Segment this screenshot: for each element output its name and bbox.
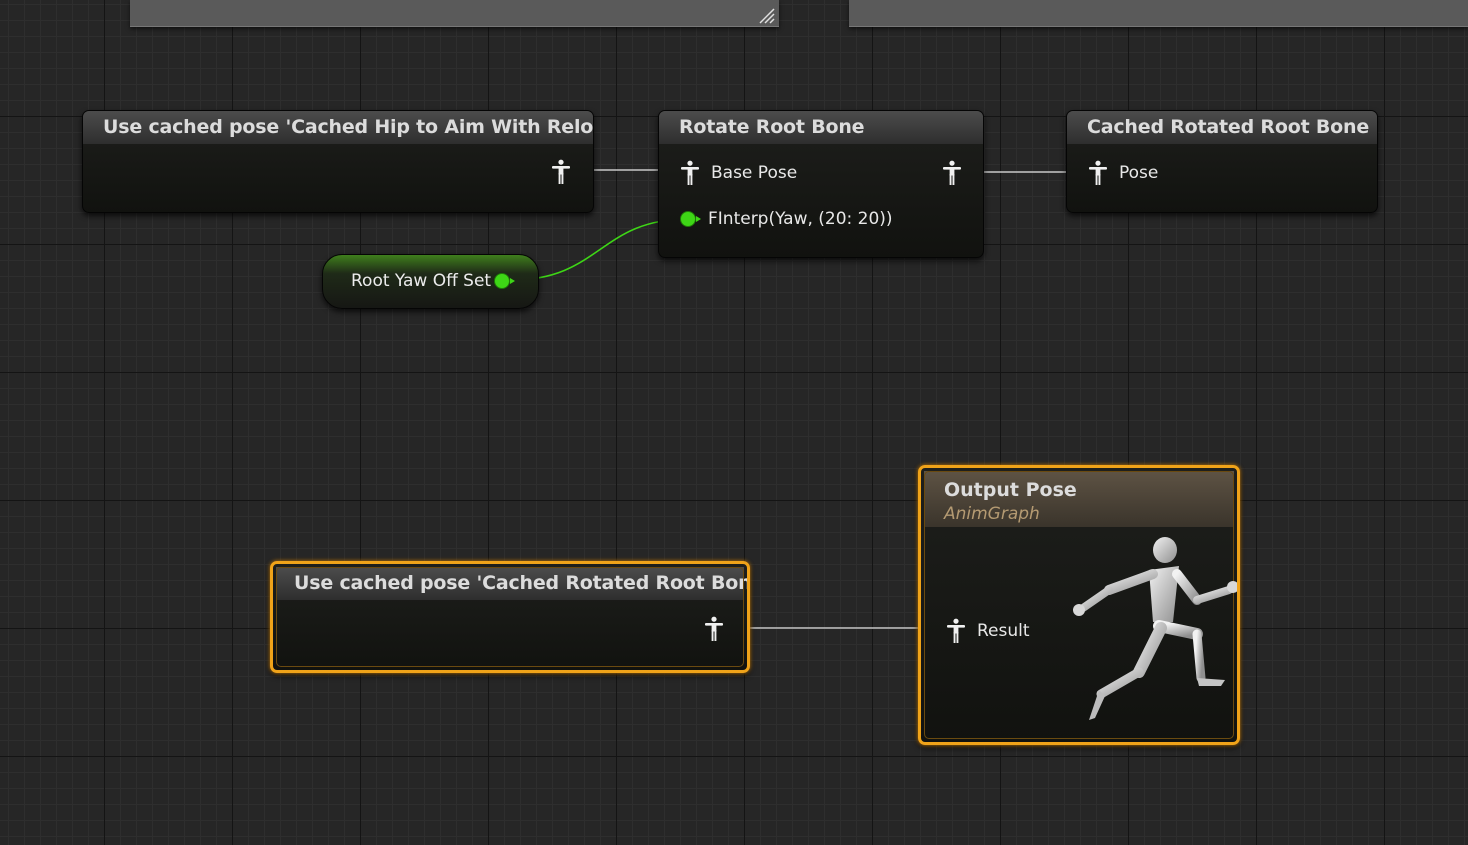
pose-pin-icon (947, 618, 965, 643)
node-title: Rotate Root Bone (659, 111, 983, 144)
node-cached-rotated-root-bone[interactable]: Cached Rotated Root Bone Pose (1066, 110, 1378, 213)
node-title: Use cached pose 'Cached Hip to Aim With … (83, 111, 593, 144)
float-pin-icon (680, 211, 701, 227)
node-variable-root-yaw-off-set[interactable]: Root Yaw Off Set (322, 254, 539, 309)
output-pose-pin[interactable] (703, 616, 725, 642)
pose-pin-icon (681, 160, 699, 185)
node-use-cached-hip[interactable]: Use cached pose 'Cached Hip to Aim With … (82, 110, 594, 213)
node-title: Use cached pose 'Cached Rotated Root Bon… (276, 567, 747, 600)
node-output-pose[interactable]: Output Pose AnimGraph Result (918, 465, 1240, 745)
output-pose-pin[interactable] (550, 159, 572, 185)
variable-label: Root Yaw Off Set (351, 271, 492, 291)
output-pose-header: Output Pose AnimGraph (924, 471, 1234, 527)
result-pose-pin[interactable]: Result (945, 618, 1030, 644)
pose-pin-icon (705, 616, 723, 641)
float-pin-icon[interactable] (494, 273, 515, 289)
base-pose-pin[interactable]: Base Pose (679, 160, 797, 186)
anim-graph-canvas[interactable]: Use cached pose 'Cached Hip to Aim With … (0, 0, 1468, 845)
node-title: Cached Rotated Root Bone (1067, 111, 1377, 144)
yaw-float-pin[interactable]: FInterp(Yaw, (20: 20)) (680, 209, 893, 229)
pin-label: Result (977, 621, 1030, 641)
pose-pin-icon (1089, 160, 1107, 185)
pose-pin-icon (943, 160, 961, 185)
pin-label: FInterp(Yaw, (20: 20)) (708, 209, 893, 229)
node-subtitle: AnimGraph (944, 504, 1040, 524)
node-use-cached-rotated-root-bone[interactable]: Use cached pose 'Cached Rotated Root Bon… (270, 561, 750, 673)
pose-input-pin[interactable]: Pose (1087, 160, 1158, 186)
pin-label: Pose (1119, 163, 1159, 183)
pin-label: Base Pose (711, 163, 798, 183)
node-rotate-root-bone[interactable]: Rotate Root Bone Base Pose FInterp(Yaw, … (658, 110, 984, 258)
running-mannequin-icon (1073, 537, 1237, 720)
pose-pin-icon (552, 159, 570, 184)
node-title: Output Pose (944, 479, 1077, 501)
output-pose-pin[interactable] (941, 160, 963, 186)
